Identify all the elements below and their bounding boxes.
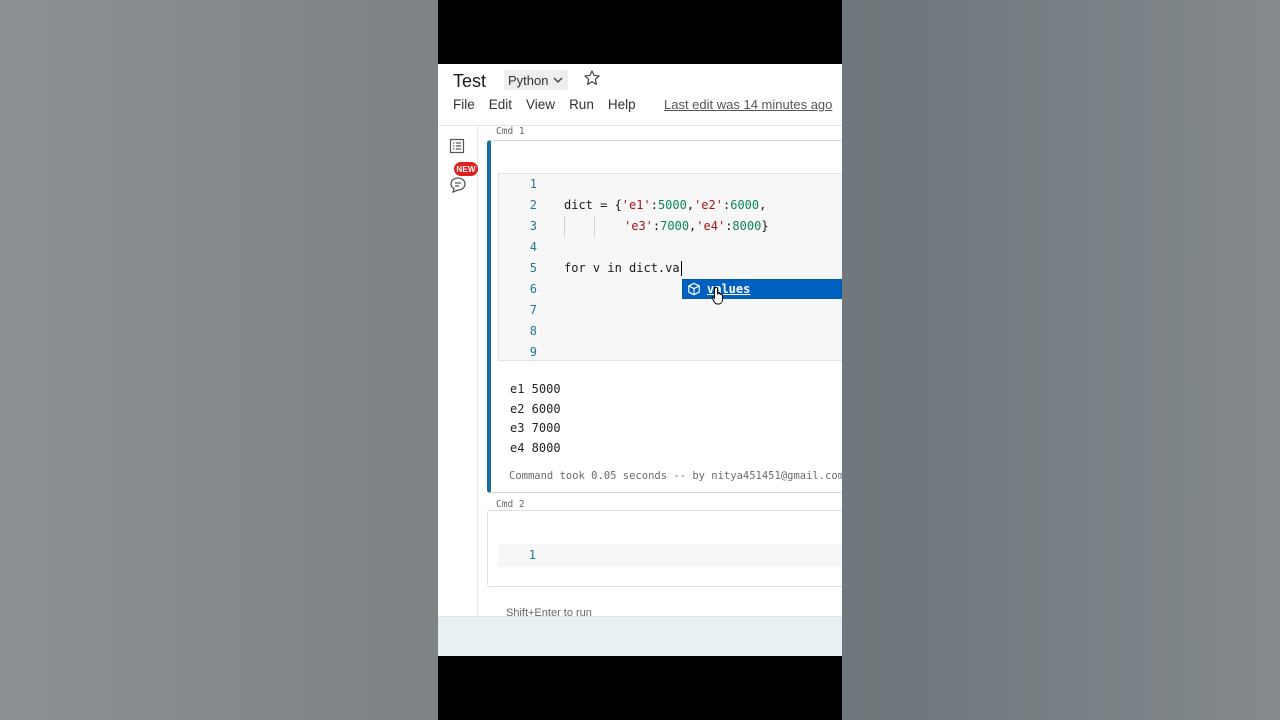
menu-file[interactable]: File bbox=[453, 97, 475, 112]
star-icon[interactable] bbox=[583, 69, 601, 87]
menu-help[interactable]: Help bbox=[608, 97, 636, 112]
code-text: dict = {'e1':5000,'e2':6000, bbox=[564, 198, 767, 212]
menu-bar: File Edit View Run Help bbox=[453, 97, 650, 112]
bottom-bar bbox=[438, 616, 842, 656]
output-line: e2 6000 bbox=[510, 401, 561, 416]
menu-view[interactable]: View bbox=[526, 97, 555, 112]
output-line: e3 7000 bbox=[510, 421, 561, 436]
notebook-screen: Test Python File Edit View Run Help Last… bbox=[438, 64, 842, 656]
output-line: e4 8000 bbox=[510, 441, 561, 456]
last-edit-link[interactable]: Last edit was 14 minutes ago bbox=[664, 97, 832, 112]
language-selector[interactable]: Python bbox=[504, 70, 569, 90]
autocomplete-suggestion[interactable]: values bbox=[682, 279, 842, 299]
cube-icon bbox=[688, 282, 700, 296]
output-line: e1 5000 bbox=[510, 382, 561, 396]
line-number: 4 bbox=[529, 240, 537, 254]
code-editor[interactable]: 1 bbox=[498, 544, 842, 567]
code-line: 9 bbox=[499, 342, 842, 363]
notebook-title[interactable]: Test bbox=[453, 71, 486, 92]
indent-guide bbox=[564, 216, 565, 237]
code-editor[interactable]: 1 2 dict = {'e1':5000,'e2':6000, 3 'e3':… bbox=[498, 173, 842, 361]
line-number: 1 bbox=[528, 548, 536, 562]
line-number: 3 bbox=[529, 219, 537, 233]
chevron-down-icon bbox=[553, 77, 564, 84]
line-number: 8 bbox=[529, 324, 537, 338]
line-number: 1 bbox=[529, 177, 537, 191]
cell-label: Cmd 1 bbox=[496, 126, 525, 137]
line-number: 9 bbox=[529, 345, 537, 359]
indent-guide bbox=[594, 216, 595, 237]
comments-icon[interactable] bbox=[449, 176, 467, 194]
language-label: Python bbox=[508, 72, 549, 88]
line-number: 7 bbox=[529, 303, 537, 317]
line-number: 6 bbox=[529, 282, 537, 296]
cell-label: Cmd 2 bbox=[496, 499, 525, 510]
command-status: Command took 0.05 seconds -- by nitya451… bbox=[509, 470, 842, 482]
menu-run[interactable]: Run bbox=[569, 97, 594, 112]
left-rail: NEW bbox=[438, 126, 478, 656]
menu-edit[interactable]: Edit bbox=[489, 97, 512, 112]
video-frame: Test Python File Edit View Run Help Last… bbox=[438, 0, 842, 720]
code-text: 'e3':7000,'e4':8000} bbox=[624, 219, 769, 233]
line-number: 2 bbox=[529, 198, 537, 212]
text-caret bbox=[680, 261, 683, 276]
table-of-contents-icon[interactable] bbox=[449, 138, 465, 154]
code-line: 5 for v in dict.va bbox=[499, 258, 842, 279]
code-line: 7 bbox=[499, 300, 842, 321]
code-line: 3 'e3':7000,'e4':8000} bbox=[499, 216, 842, 237]
code-text: for v in dict.va bbox=[564, 258, 683, 279]
new-badge: NEW bbox=[454, 162, 478, 176]
code-line: 2 dict = {'e1':5000,'e2':6000, bbox=[499, 195, 842, 216]
line-number: 5 bbox=[529, 261, 537, 275]
code-line: 4 bbox=[499, 237, 842, 258]
hand-cursor-icon bbox=[711, 286, 723, 305]
code-line: 8 bbox=[499, 321, 842, 342]
code-line: 1 bbox=[498, 545, 842, 566]
cell-output: e1 5000 e2 6000 e3 7000 e4 8000 bbox=[510, 380, 561, 459]
code-line: 1 bbox=[499, 174, 842, 195]
